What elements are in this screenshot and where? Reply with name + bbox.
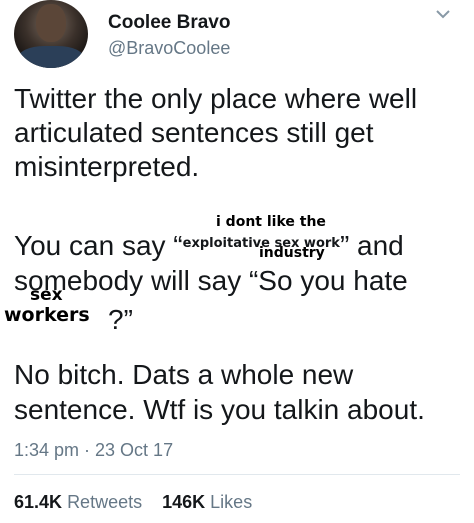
likes-count: 146K (162, 492, 206, 512)
tweet-line: articulated sentences still get (14, 117, 374, 148)
retweets-label: Retweets (67, 492, 143, 512)
overlay-caption: workers (4, 304, 90, 326)
divider (14, 474, 460, 475)
retweets-count: 61.4K (14, 492, 63, 512)
overlay-caption: sex (30, 285, 63, 305)
tweet-line: No bitch. Dats a whole new (14, 359, 354, 390)
likes-label: Likes (210, 492, 253, 512)
chevron-down-icon[interactable] (432, 6, 454, 22)
tweet-line: sentence. Wtf is you talkin about. (14, 394, 425, 425)
tweet-line: Twitter the only place where well (14, 83, 418, 114)
tweet-text: ” and (339, 230, 404, 261)
tweet-text: You can say “ (14, 230, 183, 261)
retweets-stat[interactable]: 61.4K Retweets (14, 492, 142, 512)
avatar-face (36, 4, 66, 42)
likes-stat[interactable]: 146K Likes (162, 492, 252, 512)
tweet-timestamp[interactable]: 1:34 pm · 23 Oct 17 (14, 440, 173, 461)
tweet-line: ?” (108, 304, 133, 335)
tweet-line: somebody will say “So you hate (14, 265, 408, 296)
tweet-line: You can say “exploitative sex work” and (14, 229, 404, 263)
user-handle[interactable]: @BravoCoolee (108, 38, 230, 59)
tweet-stats: 61.4K Retweets 146K Likes (14, 492, 252, 513)
tweet-line: misinterpreted. (14, 151, 200, 182)
avatar[interactable] (14, 0, 88, 68)
display-name[interactable]: Coolee Bravo (108, 12, 230, 34)
avatar-shirt (18, 46, 84, 68)
overlay-caption: industry (259, 245, 325, 261)
overlay-caption: i dont like the (216, 214, 326, 230)
